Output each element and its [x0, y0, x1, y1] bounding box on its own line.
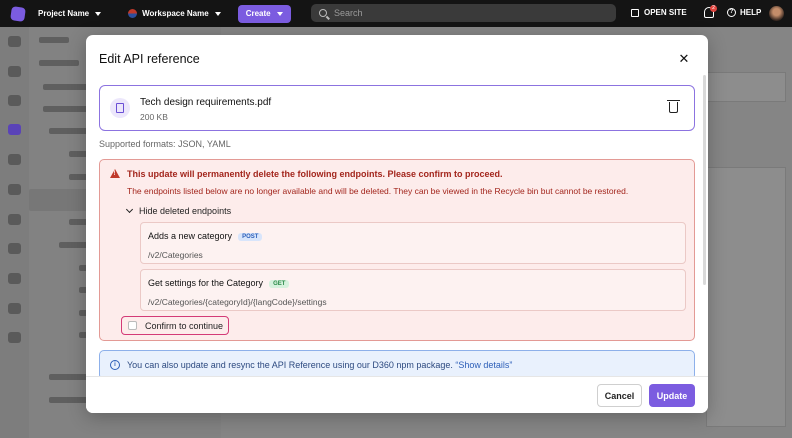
endpoint-name-text: Get settings for the Category: [148, 278, 264, 288]
endpoint-path: /v2/Categories/{categoryId}/{langCode}/s…: [148, 297, 327, 307]
files-icon: [8, 243, 21, 254]
left-nav: [0, 27, 29, 438]
show-details-link[interactable]: “Show details”: [455, 360, 512, 370]
edit-api-reference-modal: Edit API reference ✕ Tech design require…: [86, 35, 708, 413]
endpoint-item: Adds a new category POST /v2/Categories: [140, 222, 686, 264]
create-button-label: Create: [245, 9, 271, 18]
file-icon-wrapper: [110, 98, 130, 118]
help-menu[interactable]: ? HELP: [727, 8, 761, 17]
reader-icon: [8, 273, 21, 284]
info-text-body: You can also update and resync the API R…: [127, 360, 453, 370]
more-icon: [8, 332, 21, 343]
document360-logo-icon[interactable]: [10, 5, 26, 22]
warning-description: The endpoints listed below are no longer…: [127, 186, 629, 196]
confirm-to-continue-checkbox[interactable]: Confirm to continue: [121, 316, 229, 335]
method-badge: POST: [238, 233, 263, 241]
project-name-label: Project Name: [38, 9, 90, 18]
chevron-down-icon: [276, 11, 283, 16]
help-label: HELP: [740, 8, 762, 17]
avatar[interactable]: [769, 6, 784, 21]
hide-deleted-endpoints-toggle[interactable]: Hide deleted endpoints: [125, 205, 232, 216]
close-icon[interactable]: ✕: [677, 52, 691, 66]
analytics-icon: [8, 184, 21, 195]
delete-file-icon[interactable]: [667, 100, 680, 113]
file-size: 200 KB: [140, 112, 168, 122]
notification-badge: 2: [710, 5, 717, 12]
create-button[interactable]: Create: [237, 4, 291, 23]
info-text: You can also update and resync the API R…: [127, 360, 512, 370]
method-badge: GET: [269, 280, 290, 288]
sidebar-placeholder: [49, 397, 89, 403]
settings-icon: [8, 303, 21, 314]
delete-warning-box: This update will permanently delete the …: [99, 159, 695, 341]
endpoint-name: Get settings for the Category GET: [148, 278, 290, 288]
endpoint-name: Adds a new category POST: [148, 231, 263, 241]
external-link-icon: [631, 8, 639, 17]
search-input[interactable]: Search: [311, 4, 616, 22]
sidebar-placeholder: [49, 128, 89, 134]
sidebar-placeholder: [39, 60, 79, 66]
widget-icon: [8, 154, 21, 165]
help-icon: ?: [727, 8, 736, 17]
modal-scrollbar[interactable]: [703, 75, 706, 285]
info-icon: i: [110, 360, 120, 370]
project-selector[interactable]: Project Name: [38, 9, 102, 18]
open-site-link[interactable]: OPEN SITE: [631, 8, 687, 17]
chevron-down-icon: [214, 11, 221, 16]
open-site-label: OPEN SITE: [644, 8, 687, 17]
workflow-icon: [8, 95, 21, 106]
workspace-name-label: Workspace Name: [142, 9, 209, 18]
endpoint-name-text: Adds a new category: [148, 231, 233, 241]
integration-icon: [8, 214, 21, 225]
update-button[interactable]: Update: [649, 384, 695, 407]
modal-footer: Cancel Update: [86, 376, 708, 413]
sidebar-placeholder: [43, 106, 88, 112]
api-docs-icon: [8, 124, 21, 135]
uploaded-file-card: Tech design requirements.pdf 200 KB: [99, 85, 695, 131]
confirm-label: Confirm to continue: [145, 320, 224, 331]
endpoint-item: Get settings for the Category GET /v2/Cat…: [140, 269, 686, 311]
chevron-down-icon: [125, 205, 134, 214]
warning-title: This update will permanently delete the …: [127, 169, 503, 179]
file-name: Tech design requirements.pdf: [140, 97, 272, 108]
file-icon: [116, 103, 124, 113]
sidebar-placeholder: [59, 242, 89, 248]
search-icon: [319, 9, 327, 17]
modal-title: Edit API reference: [99, 52, 200, 66]
warning-icon: [110, 169, 120, 178]
sidebar-placeholder: [43, 84, 88, 90]
toggle-label: Hide deleted endpoints: [139, 206, 232, 216]
main-card: [706, 72, 786, 102]
sidebar-placeholder: [39, 37, 69, 43]
chevron-down-icon: [95, 11, 102, 16]
supported-formats-text: Supported formats: JSON, YAML: [99, 139, 231, 149]
home-icon: [8, 36, 21, 47]
endpoint-path: /v2/Categories: [148, 250, 203, 260]
flag-icon: [128, 9, 138, 18]
checkbox[interactable]: [128, 321, 137, 330]
search-placeholder: Search: [334, 8, 363, 18]
cancel-button[interactable]: Cancel: [597, 384, 642, 407]
sidebar-placeholder: [49, 374, 89, 380]
main-card: [706, 167, 786, 427]
documents-icon: [8, 66, 21, 77]
workspace-selector[interactable]: Workspace Name: [128, 9, 221, 18]
